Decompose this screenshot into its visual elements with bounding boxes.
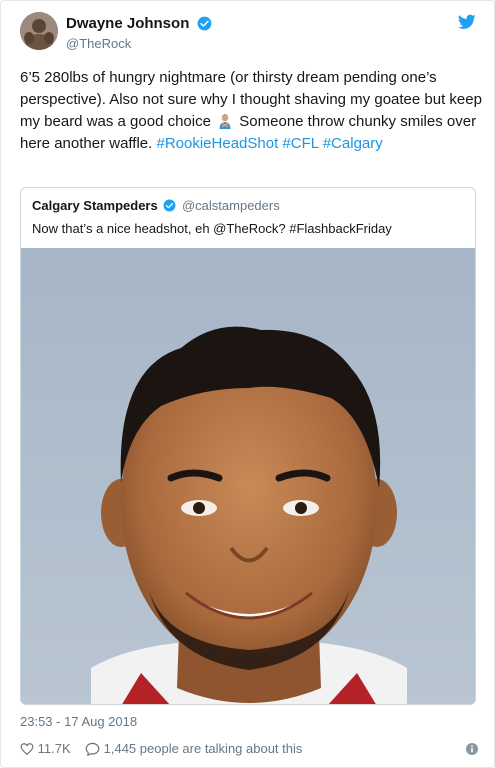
quoted-tweet[interactable]: Calgary Stampeders @calstampeders Now th…: [20, 187, 476, 705]
hashtag-rookieheadshot[interactable]: #RookieHeadShot: [156, 135, 278, 152]
verified-badge-icon: [197, 16, 212, 31]
tweet-actions: 11.7K 1,445 people are talking about thi…: [20, 741, 478, 759]
verified-badge-icon: [163, 199, 176, 212]
quoted-tweet-header: Calgary Stampeders @calstampeders: [32, 198, 280, 213]
quoted-display-name: Calgary Stampeders: [32, 198, 158, 213]
author-names[interactable]: Dwayne Johnson @TheRock: [66, 15, 212, 51]
tweet-header: Dwayne Johnson @TheRock: [20, 12, 480, 54]
author-display-name[interactable]: Dwayne Johnson: [66, 15, 189, 32]
info-icon[interactable]: [466, 743, 478, 755]
quoted-handle: @calstampeders: [181, 198, 280, 213]
heart-icon: [20, 743, 34, 756]
like-count: 11.7K: [37, 741, 71, 756]
hashtag-calgary[interactable]: #Calgary: [323, 135, 383, 152]
hashtag-cfl[interactable]: #CFL: [282, 135, 318, 152]
twitter-bird-icon[interactable]: [458, 14, 476, 30]
talking-count: 1,445 people are talking about this: [103, 741, 303, 756]
person-gesturing-no-emoji-icon: [219, 114, 231, 129]
like-button[interactable]: 11.7K: [20, 741, 71, 756]
embedded-tweet: Dwayne Johnson @TheRock 6’5 280lbs of hu…: [0, 0, 495, 768]
author-handle[interactable]: @TheRock: [66, 36, 212, 51]
tweet-text: 6’5 280lbs of hungry nightmare (or thirs…: [20, 67, 482, 155]
tweet-timestamp[interactable]: 23:53 - 17 Aug 2018: [20, 714, 137, 729]
headshot-photo[interactable]: [21, 248, 475, 704]
author-avatar[interactable]: [20, 12, 58, 50]
quoted-tweet-text: Now that’s a nice headshot, eh @TheRock?…: [32, 221, 392, 236]
speech-bubble-icon: [85, 742, 100, 756]
reply-button[interactable]: 1,445 people are talking about this: [85, 741, 302, 756]
